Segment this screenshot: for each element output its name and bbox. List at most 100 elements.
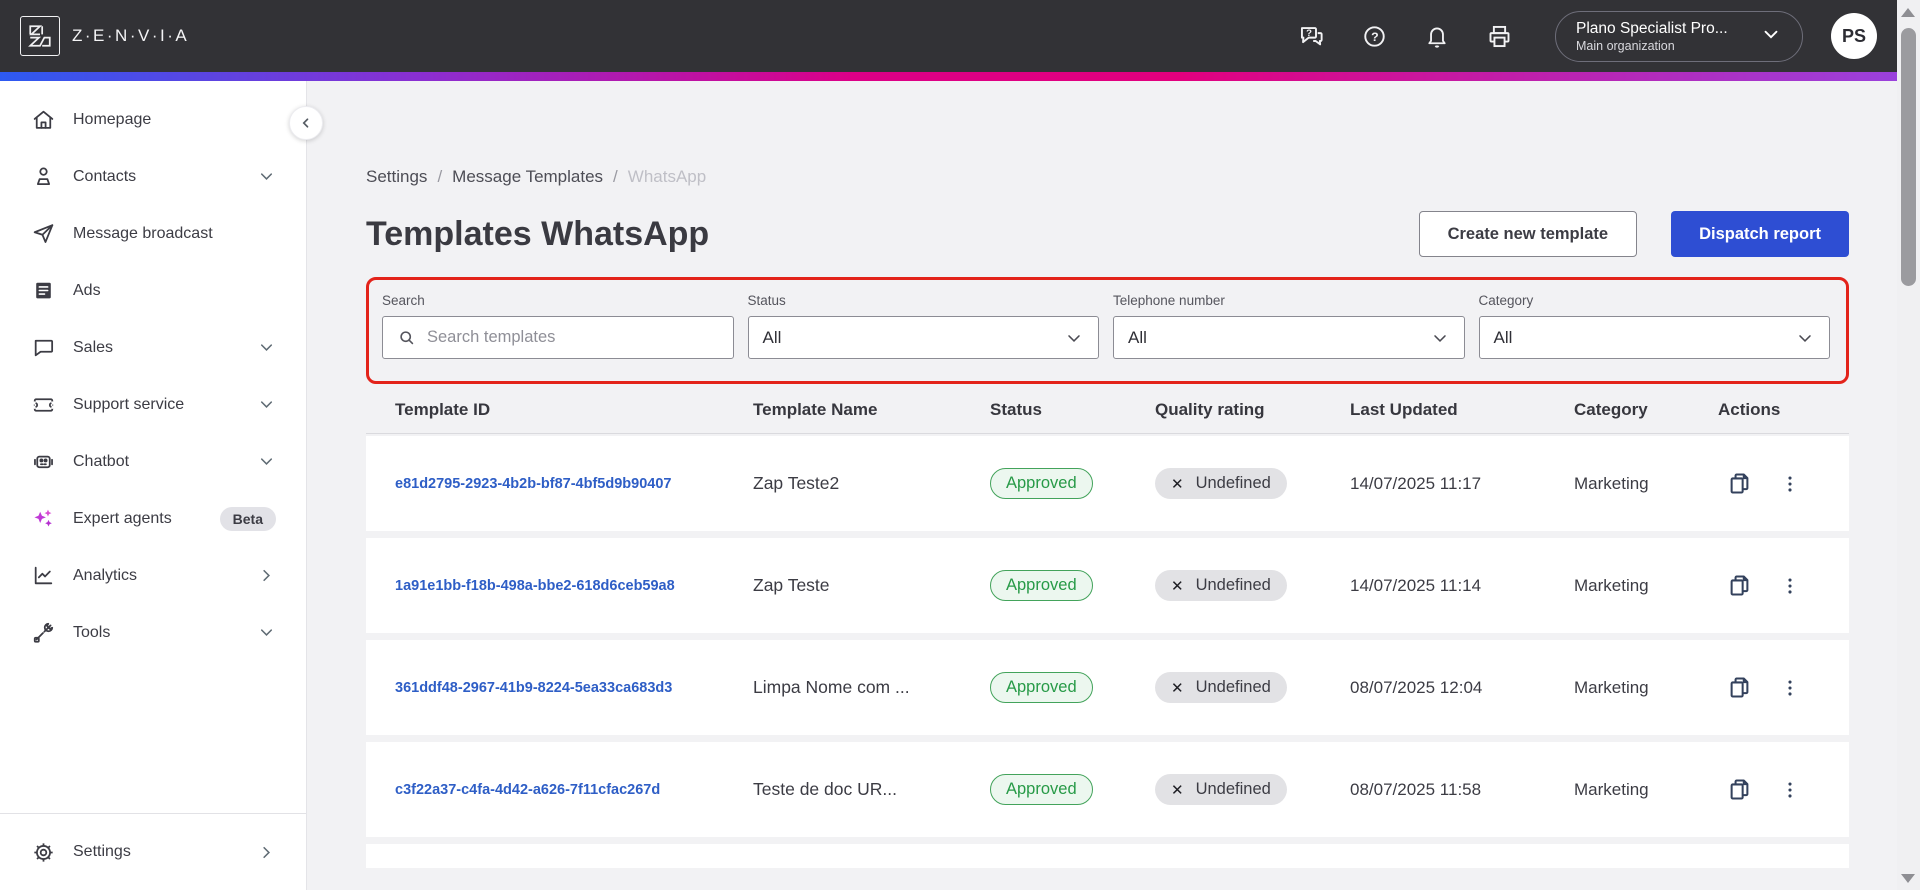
- category-text: Marketing: [1574, 779, 1649, 799]
- breadcrumb-whatsapp: WhatsApp: [627, 167, 707, 186]
- brand-text: Z·E·N·V·I·A: [72, 26, 190, 45]
- user-avatar[interactable]: PS: [1831, 13, 1877, 59]
- sidebar: Homepage Contacts Message broadcast Ads Sale…: [0, 81, 323, 890]
- template-id-link[interactable]: 361ddf48-2967-41b9-8224-5ea33ca683d3: [395, 680, 672, 696]
- beta-badge: Beta: [219, 506, 276, 531]
- quality-rating-text: Undefined: [1195, 780, 1271, 798]
- filter-search: Search: [382, 293, 734, 359]
- chevron-down-icon: [1430, 328, 1450, 348]
- sidebar-item-sales[interactable]: Sales: [0, 319, 306, 376]
- kebab-menu-icon[interactable]: [1779, 779, 1801, 801]
- table-row: 361ddf48-2967-41b9-8224-5ea33ca683d3 Lim…: [366, 640, 1849, 735]
- status-label: Status: [747, 293, 786, 308]
- copy-icon[interactable]: [1726, 776, 1753, 803]
- telephone-value: All: [1128, 327, 1147, 347]
- template-name-text: Limpa Nome com ...: [753, 677, 910, 697]
- breadcrumb-message-templates[interactable]: Message Templates: [452, 167, 603, 187]
- chevron-right-icon: [257, 566, 276, 585]
- chevron-down-icon: [1760, 23, 1782, 50]
- help-icon[interactable]: ?: [1361, 23, 1388, 50]
- column-quality-rating: Quality rating: [1155, 400, 1265, 419]
- ticket-icon: [30, 392, 56, 417]
- status-select[interactable]: All: [747, 316, 1099, 359]
- quality-rating-text: Undefined: [1195, 678, 1271, 696]
- copy-icon[interactable]: [1726, 470, 1753, 497]
- category-value: All: [1493, 327, 1513, 347]
- status-badge: Approved: [990, 468, 1093, 499]
- template-name-text: Zap Teste2: [753, 473, 840, 493]
- sidebar-item-label: Ads: [73, 281, 101, 299]
- telephone-select[interactable]: All: [1113, 316, 1465, 359]
- kebab-menu-icon[interactable]: [1779, 575, 1801, 597]
- kebab-menu-icon[interactable]: [1779, 473, 1801, 495]
- sidebar-item-homepage[interactable]: Homepage: [0, 91, 306, 148]
- telephone-label: Telephone number: [1113, 293, 1225, 308]
- sidebar-item-ads[interactable]: Ads: [0, 262, 306, 319]
- sidebar-item-analytics[interactable]: Analytics: [0, 547, 306, 604]
- template-id-link[interactable]: c3f22a37-c4fa-4d42-a626-7f11cfac267d: [395, 782, 660, 798]
- main-content: Settings / Message Templates / WhatsApp …: [307, 81, 1897, 890]
- sidebar-collapse-button[interactable]: [289, 106, 323, 140]
- support-chat-icon[interactable]: ?: [1298, 23, 1325, 50]
- sidebar-item-label: Support service: [73, 395, 185, 413]
- sidebar-item-settings[interactable]: Settings: [0, 814, 306, 890]
- quality-rating-badge: ✕ Undefined: [1155, 468, 1287, 499]
- x-icon: ✕: [1171, 475, 1184, 493]
- organization-selector[interactable]: Plano Specialist Pro... Main organizatio…: [1555, 10, 1803, 62]
- scroll-up-arrow-icon[interactable]: [1901, 8, 1915, 17]
- table-header: Template ID Template Name Status Quality…: [366, 384, 1849, 434]
- kebab-menu-icon[interactable]: [1779, 677, 1801, 699]
- printer-icon[interactable]: [1486, 23, 1513, 50]
- tools-icon: [30, 620, 56, 645]
- x-icon: ✕: [1171, 679, 1184, 697]
- quality-rating-badge: ✕ Undefined: [1155, 672, 1287, 703]
- template-id-link[interactable]: e81d2795-2923-4b2b-bf87-4bf5d9b90407: [395, 476, 671, 492]
- sidebar-item-tools[interactable]: Tools: [0, 604, 306, 661]
- filter-status: Status All: [747, 293, 1099, 359]
- sidebar-item-label: Tools: [73, 623, 111, 641]
- table-row: 1a91e1bb-f18b-498a-bbe2-618d6ceb59a8 Zap…: [366, 538, 1849, 633]
- vertical-scrollbar[interactable]: [1897, 0, 1920, 890]
- quality-rating-badge: ✕ Undefined: [1155, 774, 1287, 805]
- sidebar-item-label: Sales: [73, 338, 114, 356]
- category-text: Marketing: [1574, 473, 1649, 493]
- dispatch-report-button[interactable]: Dispatch report: [1671, 211, 1849, 257]
- sidebar-item-label: Chatbot: [73, 452, 130, 470]
- category-text: Marketing: [1574, 575, 1649, 595]
- create-new-template-button[interactable]: Create new template: [1418, 211, 1638, 257]
- column-template-id: Template ID: [395, 400, 491, 419]
- copy-icon[interactable]: [1726, 674, 1753, 701]
- last-updated-text: 08/07/2025 12:04: [1350, 677, 1483, 697]
- sidebar-item-label: Analytics: [73, 566, 138, 584]
- template-id-link[interactable]: 1a91e1bb-f18b-498a-bbe2-618d6ceb59a8: [395, 578, 675, 594]
- chevron-right-icon: [257, 843, 276, 862]
- column-category: Category: [1574, 400, 1648, 419]
- column-last-updated: Last Updated: [1350, 400, 1458, 419]
- chevron-down-icon: [257, 623, 276, 642]
- robot-icon: [30, 449, 56, 474]
- scroll-down-arrow-icon[interactable]: [1901, 874, 1915, 883]
- quality-rating-text: Undefined: [1195, 474, 1271, 492]
- sidebar-item-message-broadcast[interactable]: Message broadcast: [0, 205, 306, 262]
- breadcrumb-separator: /: [437, 167, 443, 186]
- last-updated-text: 14/07/2025 11:14: [1350, 575, 1482, 595]
- last-updated-text: 08/07/2025 11:58: [1350, 779, 1482, 799]
- breadcrumb-settings[interactable]: Settings: [366, 167, 427, 187]
- sidebar-item-contacts[interactable]: Contacts: [0, 148, 306, 205]
- category-select[interactable]: All: [1478, 316, 1830, 359]
- svg-text:?: ?: [1371, 29, 1379, 43]
- page-title: Templates WhatsApp: [366, 214, 710, 253]
- notifications-bell-icon[interactable]: [1424, 23, 1450, 49]
- category-label: Category: [1478, 293, 1534, 308]
- sidebar-item-expert-agents[interactable]: Expert agents Beta: [0, 490, 306, 547]
- sidebar-item-chatbot[interactable]: Chatbot: [0, 433, 306, 490]
- ads-icon: [30, 278, 56, 303]
- filter-category: Category All: [1478, 293, 1830, 359]
- sidebar-item-label: Expert agents: [73, 509, 172, 527]
- scrollbar-thumb[interactable]: [1901, 28, 1916, 286]
- copy-icon[interactable]: [1726, 572, 1753, 599]
- sidebar-item-support-service[interactable]: Support service: [0, 376, 306, 433]
- column-status: Status: [990, 400, 1042, 419]
- contacts-icon: [30, 164, 56, 189]
- search-input[interactable]: [427, 328, 719, 347]
